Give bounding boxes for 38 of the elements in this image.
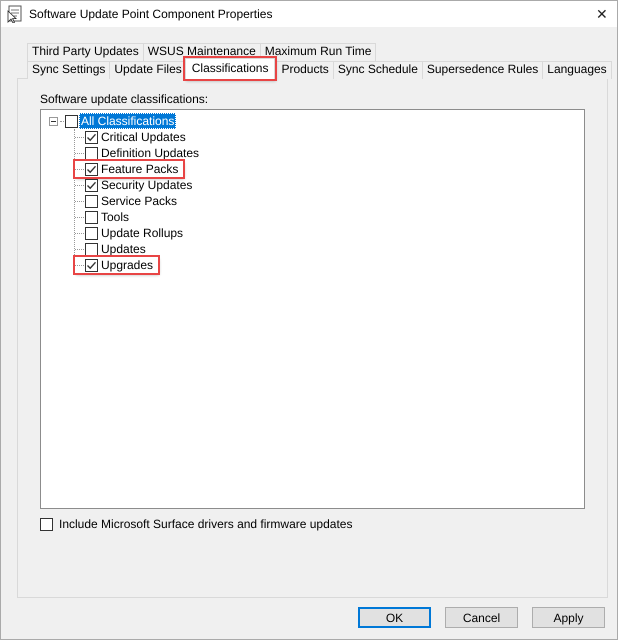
tab[interactable]: Third Party Updates <box>27 43 144 61</box>
checkbox-label: Include Microsoft Surface drivers and firmware updates <box>59 517 352 531</box>
button[interactable]: Cancel <box>445 607 518 628</box>
tree-item[interactable]: Security Updates <box>99 177 194 193</box>
tree-item[interactable]: Upgrades <box>99 257 156 273</box>
checkbox[interactable] <box>85 242 98 256</box>
tab[interactable]: Maximum Run Time <box>260 43 376 61</box>
tab[interactable]: Supersedence Rules <box>422 61 544 79</box>
close-button[interactable]: ✕ <box>587 6 617 22</box>
checkbox[interactable] <box>85 210 98 224</box>
checkbox[interactable] <box>85 162 98 176</box>
tree-item[interactable]: Service Packs <box>99 193 180 209</box>
tab[interactable]: Sync Schedule <box>332 61 423 79</box>
collapse-icon[interactable] <box>49 116 58 126</box>
checkbox[interactable] <box>85 178 98 192</box>
tree-item[interactable]: Definition Updates <box>99 145 202 161</box>
tree-item[interactable]: Feature Packs <box>99 161 180 177</box>
tree-item[interactable]: Critical Updates <box>99 129 188 145</box>
button[interactable]: OK <box>358 607 431 628</box>
tree-item[interactable]: Tools <box>99 209 132 225</box>
document-icon <box>7 5 23 23</box>
tree-item[interactable]: Updates <box>99 241 148 257</box>
tree-item[interactable]: Update Rollups <box>99 225 186 241</box>
checkbox[interactable] <box>85 194 98 208</box>
button[interactable]: Apply <box>532 607 605 628</box>
checkbox[interactable] <box>85 226 98 240</box>
checkbox[interactable] <box>85 146 98 160</box>
tab[interactable]: Sync Settings <box>27 61 110 79</box>
tree-item[interactable]: All Classifications <box>79 113 176 129</box>
checkbox[interactable] <box>85 258 98 272</box>
tab[interactable]: Products <box>276 61 334 79</box>
tab[interactable]: Languages <box>542 61 612 79</box>
tab[interactable]: Classifications <box>184 58 276 79</box>
caption: Software update classifications: <box>40 92 210 106</box>
window-title: Software Update Point Component Properties <box>29 7 274 21</box>
checkbox[interactable] <box>85 130 98 144</box>
checkbox[interactable] <box>65 114 78 128</box>
checkbox[interactable] <box>40 518 53 530</box>
